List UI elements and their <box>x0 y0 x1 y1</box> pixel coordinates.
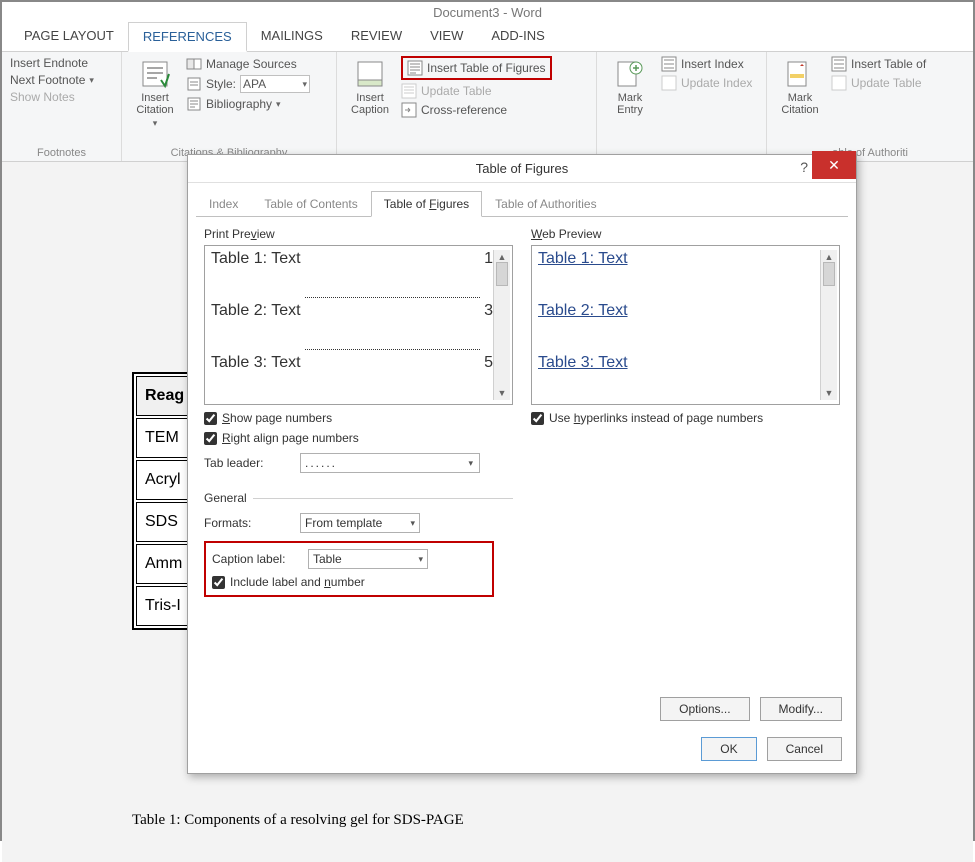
bibliography-icon <box>186 96 202 112</box>
mark-citation-button[interactable]: Mark Citation <box>775 56 825 118</box>
bibliography-button[interactable]: Bibliography ▾ <box>186 96 310 112</box>
table-caption: Table 1: Components of a resolving gel f… <box>132 812 464 829</box>
dialog-titlebar: Table of Figures ? ✕ <box>188 155 856 183</box>
group-captions: Insert Caption Insert Table of Figures U… <box>337 52 597 161</box>
ok-button[interactable]: OK <box>701 737 756 761</box>
caption-label-combo[interactable]: Table▾ <box>308 549 428 569</box>
insert-toa-button[interactable]: Insert Table of <box>831 56 926 72</box>
table-of-figures-dialog: Table of Figures ? ✕ Index Table of Cont… <box>187 154 857 774</box>
mark-entry-button[interactable]: Mark Entry <box>605 56 655 118</box>
web-preview-scrollbar[interactable]: ▲▼ <box>820 250 837 400</box>
include-label-checkbox[interactable] <box>212 576 225 589</box>
show-notes-button[interactable]: Show Notes <box>10 90 94 104</box>
citation-icon <box>139 58 171 90</box>
update-toa-button[interactable]: Update Table <box>831 75 926 91</box>
help-button[interactable]: ? <box>800 159 808 175</box>
group-footnotes: Insert Endnote Next Footnote ▾ Show Note… <box>2 52 122 161</box>
formats-combo[interactable]: From template▾ <box>300 513 420 533</box>
tab-review[interactable]: REVIEW <box>337 22 416 51</box>
insert-caption-button[interactable]: Insert Caption <box>345 56 395 118</box>
dialog-tab-index[interactable]: Index <box>196 191 251 216</box>
app-window: Document3 - Word PAGE LAYOUT REFERENCES … <box>0 0 975 841</box>
tab-view[interactable]: VIEW <box>416 22 477 51</box>
sources-icon <box>186 56 202 72</box>
dialog-tab-tof[interactable]: Table of Figures <box>371 191 482 217</box>
caption-icon <box>354 58 386 90</box>
dialog-title: Table of Figures <box>476 161 569 176</box>
window-title: Document3 - Word <box>2 2 973 22</box>
insert-index-button[interactable]: Insert Index <box>661 56 752 72</box>
cancel-button[interactable]: Cancel <box>767 737 842 761</box>
use-hyperlinks-checkbox[interactable] <box>531 412 544 425</box>
mark-entry-icon <box>614 58 646 90</box>
update-toa-icon <box>831 75 847 91</box>
crossref-icon <box>401 102 417 118</box>
tab-references[interactable]: REFERENCES <box>128 22 247 52</box>
dialog-tab-toc[interactable]: Table of Contents <box>251 191 370 216</box>
group-authorities: Mark Citation Insert Table of Update Tab… <box>767 52 973 161</box>
update-index-button[interactable]: Update Index <box>661 75 752 91</box>
tof-icon <box>407 60 423 76</box>
tab-add-ins[interactable]: ADD-INS <box>477 22 558 51</box>
manage-sources-button[interactable]: Manage Sources <box>186 56 310 72</box>
index-icon <box>661 56 677 72</box>
insert-endnote-button[interactable]: Insert Endnote <box>10 56 94 70</box>
update-icon <box>401 83 417 99</box>
print-preview-scrollbar[interactable]: ▲▼ <box>493 250 510 400</box>
dialog-tabs: Index Table of Contents Table of Figures… <box>196 191 848 217</box>
mark-citation-icon <box>784 58 816 90</box>
print-preview-pane: Print Preview Table 1: Text1 Table 2: Te… <box>204 227 513 597</box>
style-select[interactable]: Style: APA▾ <box>186 75 310 93</box>
cross-reference-button[interactable]: Cross-reference <box>401 102 552 118</box>
ribbon-tabstrip: PAGE LAYOUT REFERENCES MAILINGS REVIEW V… <box>2 22 973 52</box>
show-page-numbers-checkbox[interactable] <box>204 412 217 425</box>
right-align-checkbox[interactable] <box>204 432 217 445</box>
dialog-tab-toa[interactable]: Table of Authorities <box>482 191 609 216</box>
insert-table-of-figures-button[interactable]: Insert Table of Figures <box>401 56 552 80</box>
web-preview-pane: Web Preview Table 1: Text Table 2: Text … <box>531 227 840 597</box>
style-icon <box>186 76 202 92</box>
update-index-icon <box>661 75 677 91</box>
toa-icon <box>831 56 847 72</box>
tab-page-layout[interactable]: PAGE LAYOUT <box>10 22 128 51</box>
group-citations: Insert Citation▾ Manage Sources Style: A… <box>122 52 337 161</box>
close-button[interactable]: ✕ <box>812 151 856 179</box>
ribbon: Insert Endnote Next Footnote ▾ Show Note… <box>2 52 973 162</box>
modify-button[interactable]: Modify... <box>760 697 842 721</box>
insert-citation-button[interactable]: Insert Citation▾ <box>130 56 180 131</box>
update-tof-button[interactable]: Update Table <box>401 83 552 99</box>
group-index: Mark Entry Insert Index Update Index <box>597 52 767 161</box>
options-button[interactable]: Options... <box>660 697 749 721</box>
tab-leader-combo[interactable]: ......▾ <box>300 453 480 473</box>
tab-mailings[interactable]: MAILINGS <box>247 22 337 51</box>
next-footnote-button[interactable]: Next Footnote ▾ <box>10 73 94 87</box>
